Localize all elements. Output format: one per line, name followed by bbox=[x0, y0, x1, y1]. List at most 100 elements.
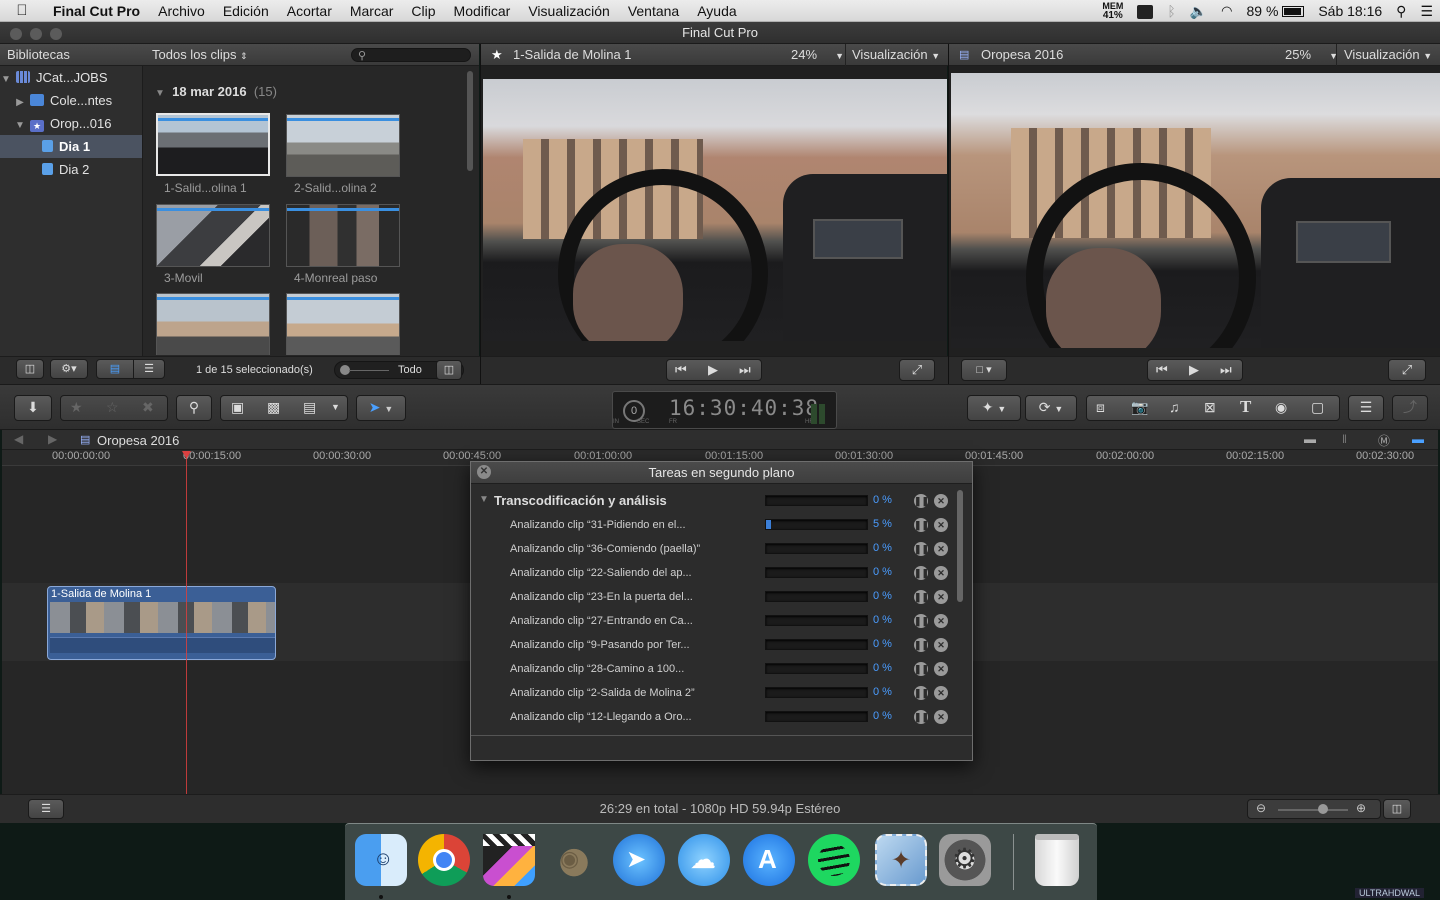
zoom-out-icon[interactable]: ⊖ bbox=[1256, 801, 1266, 815]
cancel-button[interactable]: ✕ bbox=[934, 638, 948, 652]
cancel-button[interactable]: ✕ bbox=[934, 590, 948, 604]
back-arrow-icon[interactable]: ◀ bbox=[14, 432, 23, 446]
dock-chrome[interactable] bbox=[418, 834, 470, 886]
volume-icon[interactable]: 🔈 bbox=[1183, 3, 1214, 20]
cancel-button[interactable]: ✕ bbox=[934, 518, 948, 532]
zoom-slider-knob[interactable] bbox=[1318, 804, 1328, 814]
pause-button[interactable]: ❚❚ bbox=[914, 662, 929, 676]
favorite-star-icon[interactable]: ★ bbox=[70, 396, 83, 418]
library-item-dia1[interactable]: Dia 1 bbox=[0, 135, 142, 158]
cancel-button[interactable]: ✕ bbox=[934, 686, 948, 700]
next-edit-icon[interactable]: ⏭ bbox=[739, 360, 751, 380]
dock-spotify[interactable] bbox=[808, 834, 860, 886]
battery-indicator[interactable]: 89 % bbox=[1240, 3, 1312, 19]
dock-gimp[interactable]: ◉ bbox=[548, 834, 600, 886]
notification-center-icon[interactable]: ☰ bbox=[1413, 3, 1440, 20]
dock-final-cut-pro[interactable] bbox=[483, 834, 535, 886]
play-icon[interactable]: ▶ bbox=[708, 360, 718, 380]
titles-browser-icon[interactable]: T bbox=[1240, 396, 1251, 418]
library-item-jcat[interactable]: ▼ JCat...JOBS bbox=[0, 66, 142, 89]
import-button[interactable]: ⬇ bbox=[14, 395, 52, 421]
pause-button[interactable]: ❚❚ bbox=[914, 566, 929, 580]
dock-mail[interactable]: ➤ bbox=[613, 834, 665, 886]
close-dialog-button[interactable]: ✕ bbox=[477, 465, 491, 479]
unrate-star-icon[interactable]: ☆ bbox=[106, 396, 119, 418]
filmstrip-view-button[interactable]: ▤ bbox=[96, 359, 134, 379]
next-edit-icon[interactable]: ⏭ bbox=[1220, 360, 1232, 380]
zoom-slider[interactable]: ⊖ ⊕ bbox=[1247, 799, 1381, 819]
connect-icon[interactable]: ▣ bbox=[231, 396, 244, 418]
clip-thumbnail-3[interactable] bbox=[156, 204, 270, 267]
previous-edit-icon[interactable]: ⏮ bbox=[675, 360, 687, 380]
solo-icon[interactable]: Ⓜ bbox=[1378, 432, 1390, 449]
window-close-button[interactable] bbox=[10, 28, 22, 40]
clip-thumbnail-1[interactable] bbox=[156, 113, 270, 176]
clip-thumbnail-6[interactable] bbox=[286, 293, 400, 355]
dock-photo-mail[interactable]: ✦ bbox=[875, 834, 927, 886]
clip-filter-popup[interactable]: Todos los clips ⇕ bbox=[152, 44, 248, 67]
spotlight-icon[interactable]: ⚲ bbox=[1389, 3, 1413, 20]
menu-ayuda[interactable]: Ayuda bbox=[688, 3, 745, 19]
photos-browser-icon[interactable]: 📷 bbox=[1131, 396, 1148, 418]
enhancements-button[interactable]: ✦ ▼ bbox=[967, 395, 1021, 421]
pause-button[interactable]: ❚❚ bbox=[914, 710, 929, 724]
library-item-dia2[interactable]: Dia 2 bbox=[0, 158, 142, 181]
generators-browser-icon[interactable]: ◉ bbox=[1275, 396, 1287, 418]
menu-archivo[interactable]: Archivo bbox=[149, 3, 214, 19]
previous-edit-icon[interactable]: ⏮ bbox=[1156, 360, 1168, 380]
inspector-button[interactable]: ☰ bbox=[1348, 395, 1384, 421]
browser-search-field[interactable]: ⚲ bbox=[351, 48, 471, 62]
dock-finder[interactable]: ☺ bbox=[355, 834, 407, 886]
clip-appearance-button[interactable]: ◫ bbox=[436, 360, 462, 380]
tasks-scrollbar[interactable] bbox=[957, 490, 963, 602]
pause-button[interactable]: ❚❚ bbox=[914, 518, 929, 532]
pause-button[interactable]: ❚❚ bbox=[914, 542, 929, 556]
dashboard-timecode[interactable]: 0 16:30:40:38 IN SEC FR HR bbox=[612, 391, 837, 429]
library-item-cole[interactable]: ▶ Cole...ntes bbox=[0, 89, 142, 112]
dock-trash[interactable] bbox=[1035, 834, 1079, 886]
viewer2-video-frame[interactable] bbox=[951, 73, 1440, 348]
viewer2-view-popup[interactable]: Visualización ▼ bbox=[1344, 44, 1432, 67]
cancel-button[interactable]: ✕ bbox=[934, 494, 948, 508]
cancel-button[interactable]: ✕ bbox=[934, 542, 948, 556]
window-minimize-button[interactable] bbox=[30, 28, 42, 40]
viewer1-fullscreen-button[interactable]: ⤢ bbox=[899, 359, 935, 381]
viewer2-zoom-popup[interactable]: 25% ▼ bbox=[1285, 44, 1338, 67]
timeline-clip[interactable]: 1-Salida de Molina 1 bbox=[47, 586, 276, 660]
retime-button[interactable]: ⟳ ▼ bbox=[1025, 395, 1077, 421]
menu-acortar[interactable]: Acortar bbox=[278, 3, 341, 19]
effects-browser-icon[interactable]: ⧈ bbox=[1096, 396, 1105, 418]
list-view-button[interactable]: ☰ bbox=[133, 359, 165, 379]
pause-button[interactable]: ❚❚ bbox=[914, 686, 929, 700]
cancel-button[interactable]: ✕ bbox=[934, 710, 948, 724]
cancel-button[interactable]: ✕ bbox=[934, 566, 948, 580]
dock-app-store[interactable]: A bbox=[743, 834, 795, 886]
transform-menu-button[interactable]: □ ▾ bbox=[961, 359, 1007, 381]
zoom-in-icon[interactable]: ⊕ bbox=[1356, 801, 1366, 815]
transitions-browser-icon[interactable]: ⊠ bbox=[1204, 396, 1216, 418]
menu-ventana[interactable]: Ventana bbox=[619, 3, 688, 19]
append-icon[interactable]: ▤ bbox=[303, 396, 316, 418]
clip-thumbnail-5[interactable] bbox=[156, 293, 270, 355]
snapping-icon[interactable]: ▬ bbox=[1412, 432, 1424, 446]
date-group-header[interactable]: ▼ 18 mar 2016 (15) bbox=[155, 84, 277, 99]
apple-menu-icon[interactable]:  bbox=[0, 2, 44, 19]
clock[interactable]: Sáb 18:16 bbox=[1311, 3, 1389, 19]
menu-modificar[interactable]: Modificar bbox=[445, 3, 520, 19]
disclosure-open-icon[interactable]: ▼ bbox=[14, 114, 26, 137]
browser-scrollbar[interactable] bbox=[467, 71, 473, 171]
pause-button[interactable]: ❚❚ bbox=[914, 614, 929, 628]
share-button[interactable]: ⤴ bbox=[1392, 395, 1428, 421]
menu-edicion[interactable]: Edición bbox=[214, 3, 278, 19]
task-group-row[interactable]: ▼ Transcodificación y análisis 0 % ❚❚ ✕ bbox=[471, 489, 961, 513]
clip-appearance-footer-button[interactable]: ◫ bbox=[1383, 799, 1411, 819]
window-zoom-button[interactable] bbox=[50, 28, 62, 40]
music-browser-icon[interactable]: ♫ bbox=[1169, 396, 1180, 418]
activity-monitor-icon[interactable] bbox=[1130, 3, 1160, 20]
viewer2-fullscreen-button[interactable]: ⤢ bbox=[1388, 359, 1426, 381]
pause-button[interactable]: ❚❚ bbox=[914, 494, 929, 508]
keyword-button[interactable]: ⚲ bbox=[176, 395, 212, 421]
menu-app-name[interactable]: Final Cut Pro bbox=[44, 3, 149, 19]
dock-system-preferences[interactable]: ⚙ bbox=[939, 834, 991, 886]
pause-button[interactable]: ❚❚ bbox=[914, 638, 929, 652]
